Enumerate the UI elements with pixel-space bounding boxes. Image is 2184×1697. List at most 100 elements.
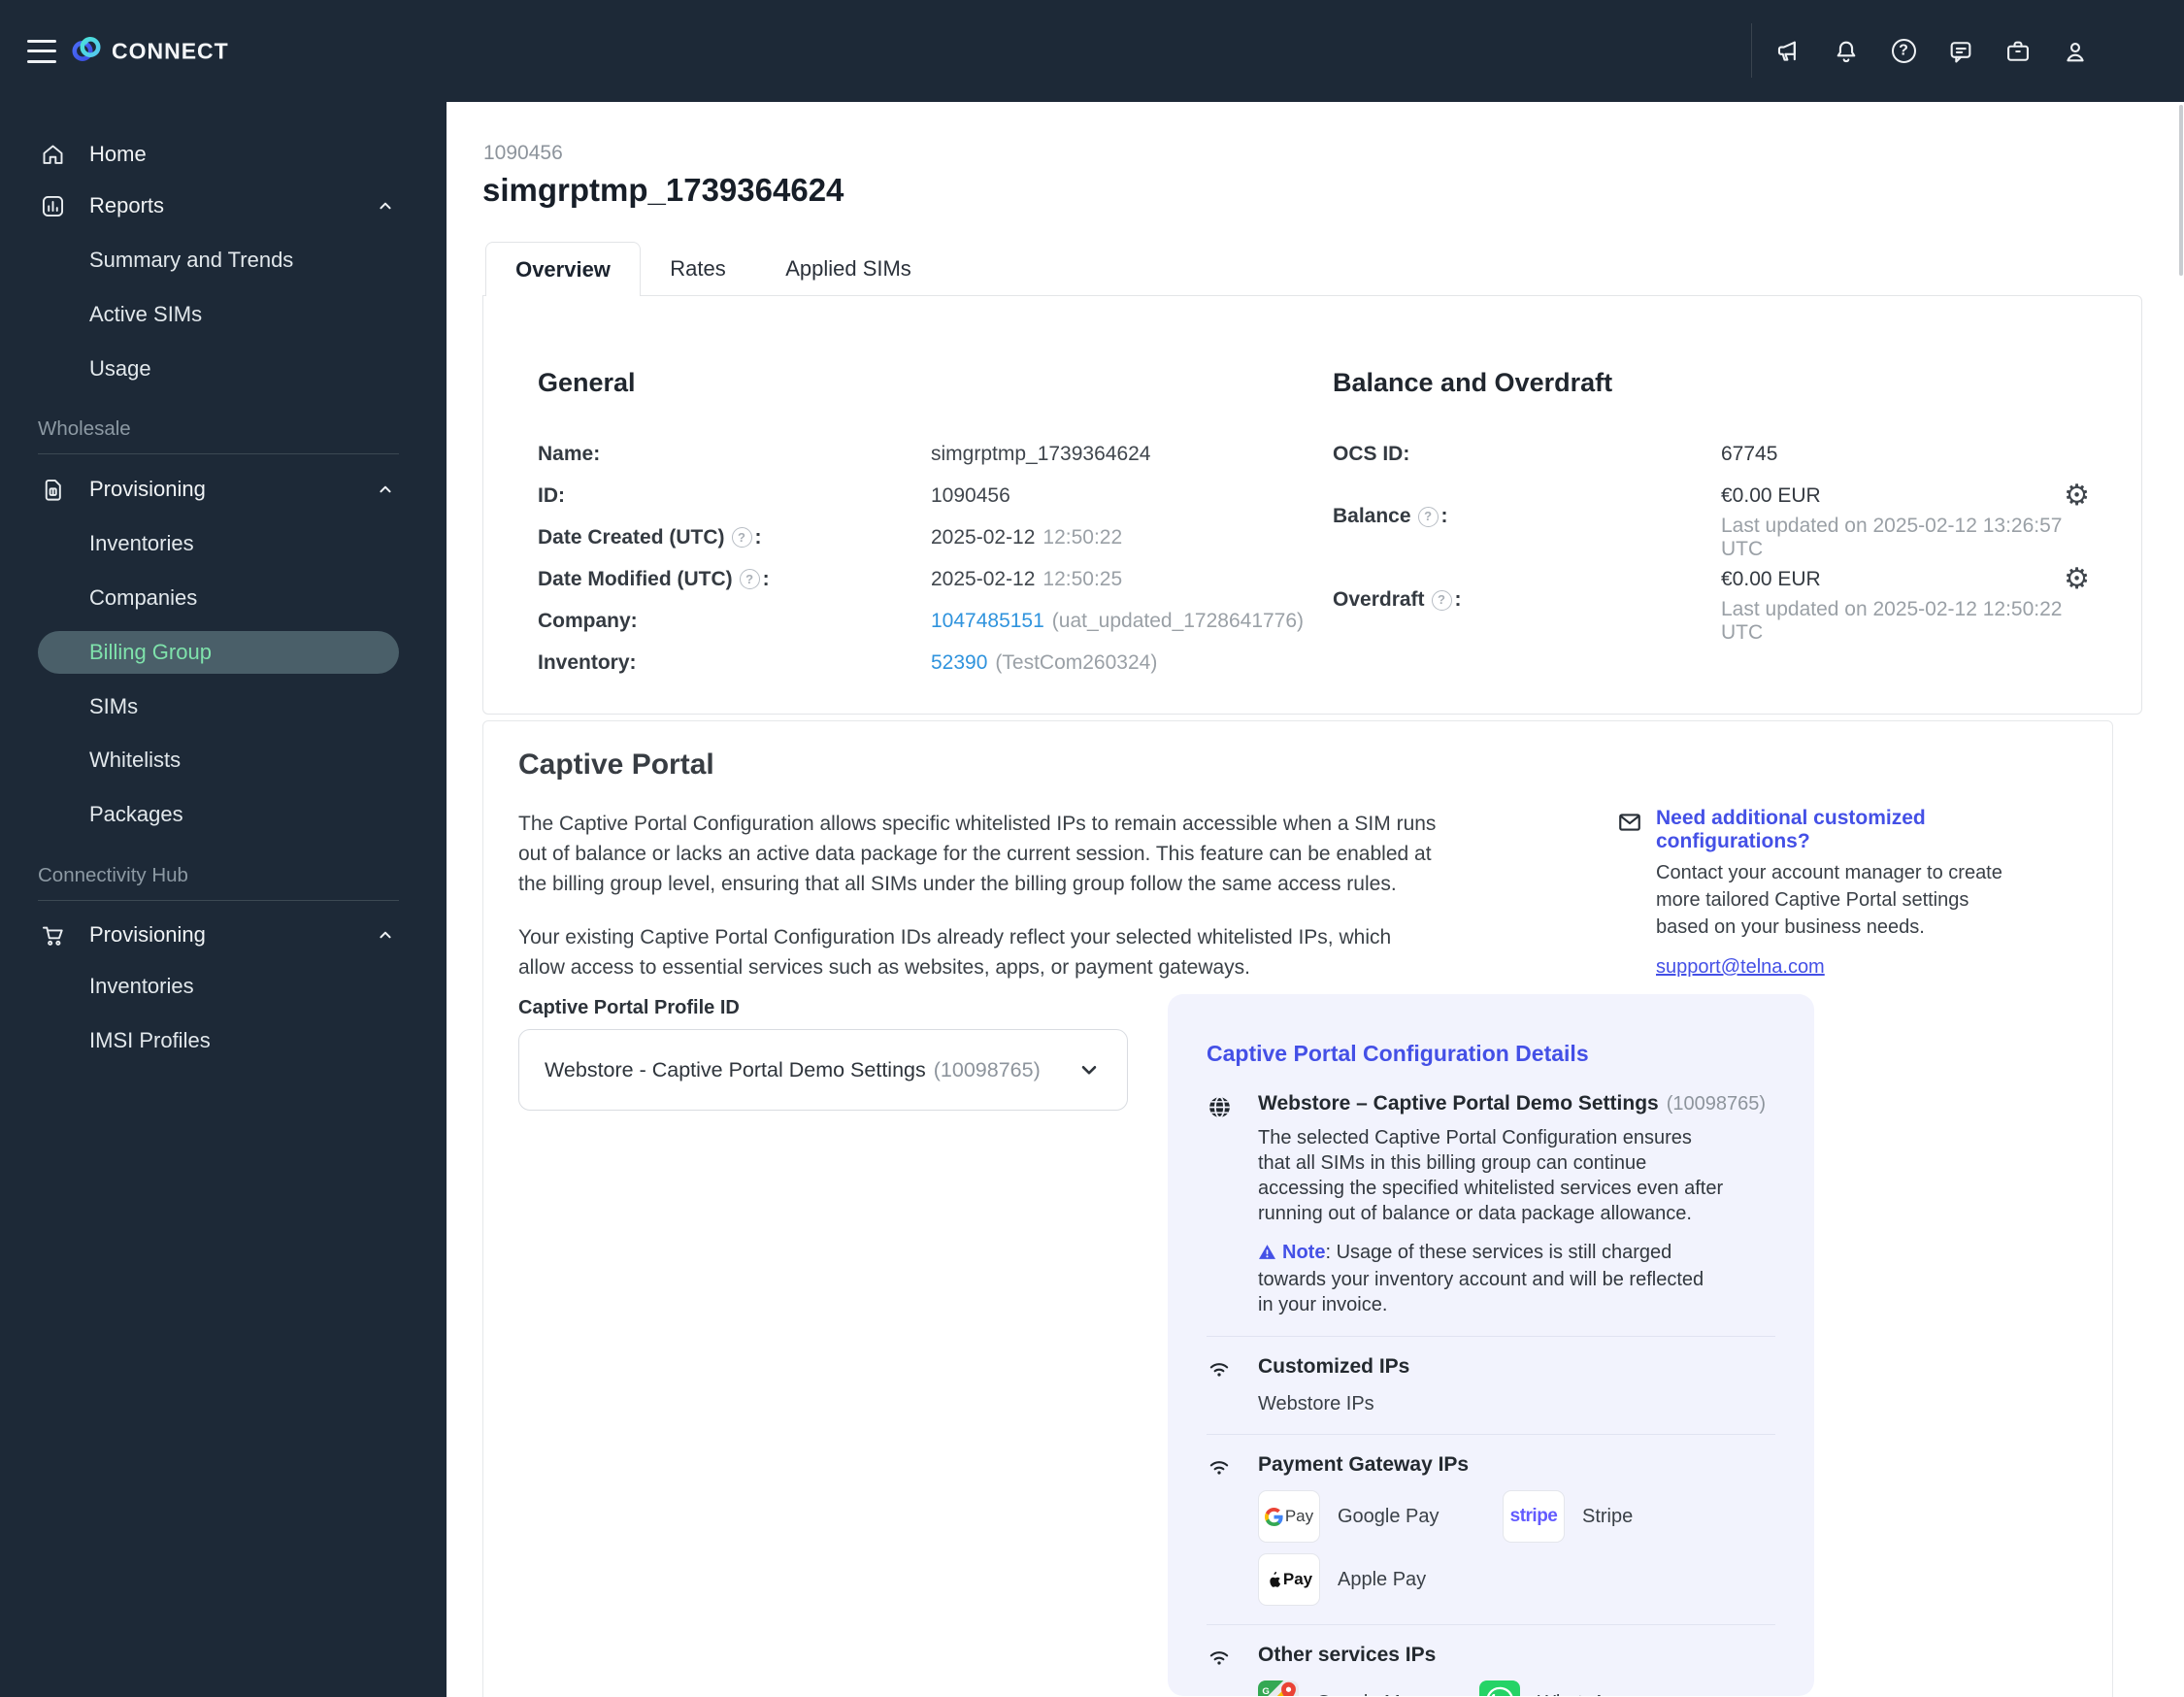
customized-ips-section: Customized IPs Webstore IPs bbox=[1207, 1355, 1775, 1415]
tab-applied-sims[interactable]: Applied SIMs bbox=[756, 242, 941, 296]
config-profile-name: Webstore – Captive Portal Demo Settings bbox=[1258, 1092, 1659, 1115]
overview-card: General Name: simgrptmp_1739364624 ID: 1… bbox=[482, 295, 2142, 715]
sidebar-item-usage[interactable]: Usage bbox=[0, 348, 447, 390]
home-icon bbox=[39, 141, 66, 168]
help-circle-icon[interactable] bbox=[1431, 589, 1452, 611]
chevron-up-icon[interactable] bbox=[375, 924, 396, 946]
page-title: simgrptmp_1739364624 bbox=[482, 172, 844, 208]
inventory-link[interactable]: 52390 bbox=[931, 651, 987, 675]
customized-ips-item: Webstore IPs bbox=[1258, 1393, 1374, 1414]
panel-divider bbox=[1207, 1624, 1775, 1625]
top-header-bar: CONNECT bbox=[0, 0, 2184, 102]
sidebar-item-reports[interactable]: Reports bbox=[0, 184, 447, 227]
help-circle-icon[interactable] bbox=[739, 569, 760, 589]
sidebar-item-billing-group-selected[interactable]: Billing Group bbox=[38, 631, 399, 674]
help-box-title[interactable]: Need additional customized configuration… bbox=[1656, 807, 2025, 853]
hamburger-menu-icon[interactable] bbox=[27, 39, 56, 63]
balance-amount: €0.00 EUR bbox=[1721, 483, 1821, 507]
sidebar-divider bbox=[38, 453, 399, 454]
notifications-bell-icon[interactable] bbox=[1833, 38, 1860, 65]
sidebar-item-packages[interactable]: Packages bbox=[0, 793, 447, 836]
header-divider bbox=[1751, 23, 1752, 78]
row-company: Company: 1047485151 (uat_updated_17286417… bbox=[538, 609, 1305, 633]
overdraft-last-updated: Last updated on 2025-02-12 12:50:22 UTC bbox=[1721, 597, 2063, 644]
config-profile-description: The selected Captive Portal Configuratio… bbox=[1258, 1127, 1724, 1224]
sidebar-item-active-sims[interactable]: Active SIMs bbox=[0, 293, 447, 336]
envelope-icon bbox=[1617, 807, 1642, 979]
page-scrollbar-thumb[interactable] bbox=[2179, 105, 2183, 276]
google-g-icon bbox=[1264, 1507, 1283, 1526]
overdraft-amount: €0.00 EUR bbox=[1721, 567, 1821, 590]
announcements-icon[interactable] bbox=[1775, 38, 1803, 65]
main-content: 1090456 simgrptmp_1739364624 Overview Ra… bbox=[447, 102, 2184, 1697]
wifi-icon bbox=[1207, 1644, 1233, 1696]
service-item-google-maps: G Google Maps bbox=[1258, 1680, 1479, 1696]
breadcrumb: 1090456 bbox=[483, 142, 563, 164]
captive-portal-profile-select[interactable]: Webstore - Captive Portal Demo Settings … bbox=[518, 1029, 1128, 1111]
google-pay-chip: Pay bbox=[1258, 1490, 1320, 1543]
sidebar-item-inventories[interactable]: Inventories bbox=[0, 522, 447, 565]
payment-gateway-title: Payment Gateway IPs bbox=[1258, 1453, 1470, 1476]
sidebar-nav: Home Reports Summary and Trends Active S… bbox=[0, 102, 447, 1697]
row-balance: Balance: €0.00 EUR ⚙ Last updated on 202… bbox=[1333, 475, 2090, 560]
sidebar-item-whitelists[interactable]: Whitelists bbox=[0, 739, 447, 782]
help-icon[interactable] bbox=[1890, 38, 1917, 65]
company-link[interactable]: 1047485151 bbox=[931, 610, 1044, 633]
sidebar-item-home[interactable]: Home bbox=[0, 133, 447, 176]
payment-item-stripe: stripe Stripe bbox=[1503, 1490, 1633, 1543]
whatsapp-icon bbox=[1479, 1680, 1520, 1696]
app-window: CONNECT Home bbox=[0, 0, 2184, 1697]
help-circle-icon[interactable] bbox=[1417, 506, 1439, 527]
support-email-link[interactable]: support@telna.com bbox=[1656, 956, 1825, 979]
chevron-up-icon[interactable] bbox=[375, 195, 396, 216]
help-circle-icon[interactable] bbox=[731, 527, 752, 548]
tab-bar: Overview Rates Applied SIMs bbox=[485, 242, 941, 296]
brand-logo: CONNECT bbox=[70, 32, 229, 70]
cart-icon bbox=[39, 921, 66, 948]
row-date-modified: Date Modified (UTC): 2025-02-1212:50:25 bbox=[538, 558, 1314, 600]
captive-portal-card: Captive Portal The Captive Portal Config… bbox=[482, 720, 2113, 1697]
row-overdraft: Overdraft: €0.00 EUR ⚙ Last updated on 2… bbox=[1333, 558, 2090, 644]
sidebar-section-connectivity-hub: Connectivity Hub bbox=[38, 864, 188, 886]
sidebar-item-imsi-profiles[interactable]: IMSI Profiles bbox=[0, 1019, 447, 1062]
wifi-icon bbox=[1207, 1453, 1233, 1606]
chevron-up-icon[interactable] bbox=[375, 479, 396, 500]
payment-item-apple-pay: Pay Apple Pay bbox=[1258, 1553, 1503, 1606]
sidebar-section-wholesale: Wholesale bbox=[38, 417, 131, 440]
general-heading: General bbox=[538, 368, 636, 397]
sidebar-item-label: Home bbox=[89, 142, 147, 166]
tab-overview[interactable]: Overview bbox=[485, 242, 641, 296]
reports-chart-icon bbox=[39, 192, 66, 219]
sidebar-item-companies[interactable]: Companies bbox=[0, 577, 447, 619]
other-services-title: Other services IPs bbox=[1258, 1644, 1437, 1666]
service-item-whatsapp: WhatsApp bbox=[1479, 1680, 1627, 1696]
sidebar-item-label: Reports bbox=[89, 193, 165, 217]
sidebar-divider bbox=[38, 900, 399, 901]
general-section: General Name: simgrptmp_1739364624 ID: 1… bbox=[538, 368, 1314, 683]
balance-section: Balance and Overdraft OCS ID: 67745 Bala… bbox=[1333, 368, 2090, 644]
tab-rates[interactable]: Rates bbox=[649, 242, 746, 296]
sidebar-item-sims[interactable]: SIMs bbox=[0, 685, 447, 728]
payment-item-google-pay: Pay Google Pay bbox=[1258, 1490, 1503, 1543]
sidebar-item-provisioning-wholesale[interactable]: Provisioning bbox=[0, 468, 447, 511]
connect-logo-icon bbox=[70, 32, 103, 70]
config-profile-entry: Webstore – Captive Portal Demo Settings (… bbox=[1207, 1092, 1775, 1317]
customized-ips-title: Customized IPs bbox=[1258, 1355, 1410, 1378]
payment-gateway-section: Payment Gateway IPs Pay Google Pay strip… bbox=[1207, 1453, 1775, 1606]
balance-settings-gear-icon[interactable]: ⚙ bbox=[2032, 481, 2090, 511]
config-note: Note: Usage of these services is still c… bbox=[1258, 1242, 1704, 1315]
overdraft-settings-gear-icon[interactable]: ⚙ bbox=[2032, 564, 2090, 594]
account-user-icon[interactable] bbox=[2062, 38, 2089, 65]
sim-card-icon bbox=[39, 476, 66, 503]
workspace-briefcase-icon[interactable] bbox=[2004, 38, 2032, 65]
row-date-created: Date Created (UTC): 2025-02-1212:50:22 bbox=[538, 516, 1314, 558]
stripe-chip: stripe bbox=[1503, 1490, 1565, 1543]
feedback-chat-icon[interactable] bbox=[1947, 38, 1974, 65]
sidebar-item-summary-and-trends[interactable]: Summary and Trends bbox=[0, 239, 447, 282]
sidebar-item-inventories-2[interactable]: Inventories bbox=[0, 965, 447, 1008]
sidebar-item-provisioning-connectivity[interactable]: Provisioning bbox=[0, 914, 447, 956]
warning-triangle-icon bbox=[1258, 1242, 1276, 1267]
help-box-body: Contact your account manager to create m… bbox=[1656, 862, 2002, 938]
balance-last-updated: Last updated on 2025-02-12 13:26:57 UTC bbox=[1721, 514, 2063, 560]
row-id: ID: 1090456 bbox=[538, 483, 1010, 507]
